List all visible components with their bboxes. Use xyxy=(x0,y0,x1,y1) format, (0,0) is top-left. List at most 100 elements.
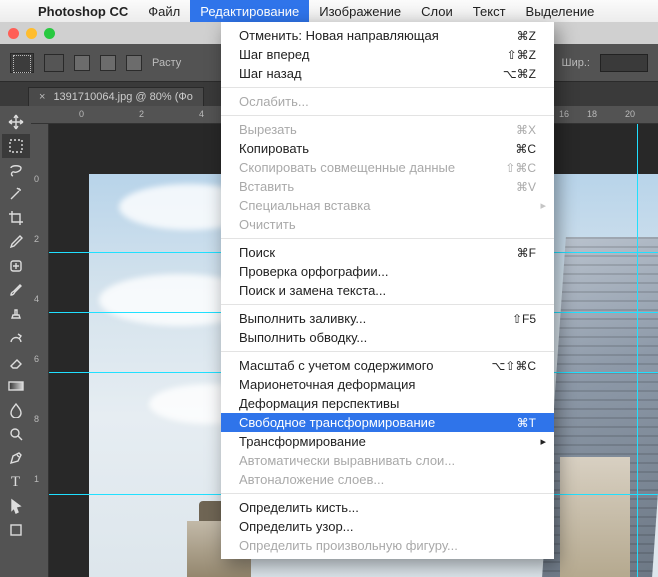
menu-edit[interactable]: Редактирование xyxy=(190,0,309,22)
move-tool-icon[interactable] xyxy=(2,110,30,134)
menu-item[interactable]: Шаг назад⌥⌘Z xyxy=(221,64,554,83)
menu-item-label: Шаг вперед xyxy=(239,47,309,62)
menu-item-label: Проверка орфографии... xyxy=(239,264,388,279)
lasso-tool-icon[interactable] xyxy=(2,158,30,182)
menu-image[interactable]: Изображение xyxy=(309,0,411,22)
menu-item-label: Вырезать xyxy=(239,122,297,137)
brush-tool-icon[interactable] xyxy=(2,278,30,302)
menu-item[interactable]: Поиск и замена текста... xyxy=(221,281,554,300)
selection-mode-subtract-icon[interactable] xyxy=(100,55,116,71)
menu-item-label: Отменить: Новая направляющая xyxy=(239,28,439,43)
history-brush-tool-icon[interactable] xyxy=(2,326,30,350)
menu-item-shortcut: ⇧F5 xyxy=(512,312,536,326)
menu-item-label: Вставить xyxy=(239,179,294,194)
minimize-window-icon[interactable] xyxy=(26,28,37,39)
menu-item-label: Очистить xyxy=(239,217,296,232)
ruler-tick: 2 xyxy=(139,109,144,119)
menu-item[interactable]: Шаг вперед⇧⌘Z xyxy=(221,45,554,64)
crop-tool-icon[interactable] xyxy=(2,206,30,230)
tools-panel: T xyxy=(0,106,31,577)
menu-item-shortcut: ⌘T xyxy=(517,416,536,430)
ruler-vertical[interactable]: 0 2 4 6 8 1 xyxy=(31,124,49,577)
menu-item[interactable]: Определить узор... xyxy=(221,517,554,536)
menu-item-shortcut: ⌘F xyxy=(517,246,536,260)
menu-item-label: Поиск xyxy=(239,245,275,260)
ruler-tick: 16 xyxy=(559,109,569,119)
menu-separator xyxy=(221,87,554,88)
selection-mode-new[interactable] xyxy=(44,54,64,72)
menu-text[interactable]: Текст xyxy=(463,0,516,22)
menu-separator xyxy=(221,238,554,239)
menu-item[interactable]: Выполнить заливку... ⇧F5 xyxy=(221,309,554,328)
menu-item-label: Специальная вставка xyxy=(239,198,370,213)
guide-vertical[interactable] xyxy=(637,124,638,577)
close-tab-icon[interactable]: × xyxy=(39,91,45,103)
menu-item-shortcut: ⇧⌘C xyxy=(505,161,536,175)
ruler-tick: 20 xyxy=(625,109,635,119)
document-tab[interactable]: × 1391710064.jpg @ 80% (Фо xyxy=(28,87,204,106)
menu-separator xyxy=(221,115,554,116)
width-input[interactable] xyxy=(600,54,648,72)
app-name[interactable]: Photoshop CC xyxy=(28,0,138,22)
menu-item[interactable]: Марионеточная деформация xyxy=(221,375,554,394)
tool-preset[interactable] xyxy=(10,53,34,73)
menu-item-label: Выполнить заливку... xyxy=(239,311,366,326)
menu-select[interactable]: Выделение xyxy=(516,0,605,22)
close-window-icon[interactable] xyxy=(8,28,19,39)
clone-stamp-tool-icon[interactable] xyxy=(2,302,30,326)
menu-item[interactable]: Поиск ⌘F xyxy=(221,243,554,262)
marquee-icon xyxy=(13,55,31,73)
menu-item[interactable]: Отменить: Новая направляющая⌘Z xyxy=(221,26,554,45)
menu-item: Специальная вставка xyxy=(221,196,554,215)
rectangle-tool-icon[interactable] xyxy=(2,518,30,542)
dodge-tool-icon[interactable] xyxy=(2,422,30,446)
menu-item-label: Свободное трансформирование xyxy=(239,415,435,430)
menu-item[interactable]: Выполнить обводку... xyxy=(221,328,554,347)
menu-item-label: Выполнить обводку... xyxy=(239,330,367,345)
magic-wand-tool-icon[interactable] xyxy=(2,182,30,206)
menu-item-label: Масштаб с учетом содержимого xyxy=(239,358,433,373)
menu-item-label: Марионеточная деформация xyxy=(239,377,415,392)
pen-tool-icon[interactable] xyxy=(2,446,30,470)
tab-title: 1391710064.jpg @ 80% (Фо xyxy=(53,91,192,103)
menu-item: Вставить ⌘V xyxy=(221,177,554,196)
menu-item: Определить произвольную фигуру... xyxy=(221,536,554,555)
edit-menu-dropdown: Отменить: Новая направляющая⌘ZШаг вперед… xyxy=(221,22,554,559)
menu-layers[interactable]: Слои xyxy=(411,0,463,22)
menu-item-shortcut: ⌘X xyxy=(516,123,536,137)
menu-separator xyxy=(221,493,554,494)
menu-item: Автоналожение слоев... xyxy=(221,470,554,489)
menu-item: Очистить xyxy=(221,215,554,234)
selection-mode-add-icon[interactable] xyxy=(74,55,90,71)
gradient-tool-icon[interactable] xyxy=(2,374,30,398)
menu-item[interactable]: Масштаб с учетом содержимого⌥⇧⌘C xyxy=(221,356,554,375)
menu-item[interactable]: Определить кисть... xyxy=(221,498,554,517)
selection-mode-intersect-icon[interactable] xyxy=(126,55,142,71)
window-controls xyxy=(8,28,55,39)
menu-item[interactable]: Деформация перспективы xyxy=(221,394,554,413)
zoom-window-icon[interactable] xyxy=(44,28,55,39)
width-label: Шир.: xyxy=(562,57,590,69)
menu-item-shortcut: ⌘V xyxy=(516,180,536,194)
blur-tool-icon[interactable] xyxy=(2,398,30,422)
menu-item[interactable]: Копировать⌘C xyxy=(221,139,554,158)
menu-item: Автоматически выравнивать слои... xyxy=(221,451,554,470)
ruler-tick: 8 xyxy=(34,414,39,424)
menu-item-label: Определить узор... xyxy=(239,519,354,534)
ruler-tick: 18 xyxy=(587,109,597,119)
menu-item-label: Ослабить... xyxy=(239,94,309,109)
healing-brush-tool-icon[interactable] xyxy=(2,254,30,278)
menu-item[interactable]: Проверка орфографии... xyxy=(221,262,554,281)
type-tool-icon[interactable]: T xyxy=(2,470,30,494)
marquee-tool-icon[interactable] xyxy=(2,134,30,158)
menu-item[interactable]: Трансформирование xyxy=(221,432,554,451)
ruler-tick: 4 xyxy=(199,109,204,119)
menu-item-label: Определить кисть... xyxy=(239,500,359,515)
eraser-tool-icon[interactable] xyxy=(2,350,30,374)
menu-file[interactable]: Файл xyxy=(138,0,190,22)
menu-item[interactable]: Свободное трансформирование ⌘T xyxy=(221,413,554,432)
eyedropper-tool-icon[interactable] xyxy=(2,230,30,254)
mac-menubar: Photoshop CC Файл Редактирование Изображ… xyxy=(0,0,658,22)
menu-item-label: Скопировать совмещенные данные xyxy=(239,160,455,175)
path-selection-tool-icon[interactable] xyxy=(2,494,30,518)
